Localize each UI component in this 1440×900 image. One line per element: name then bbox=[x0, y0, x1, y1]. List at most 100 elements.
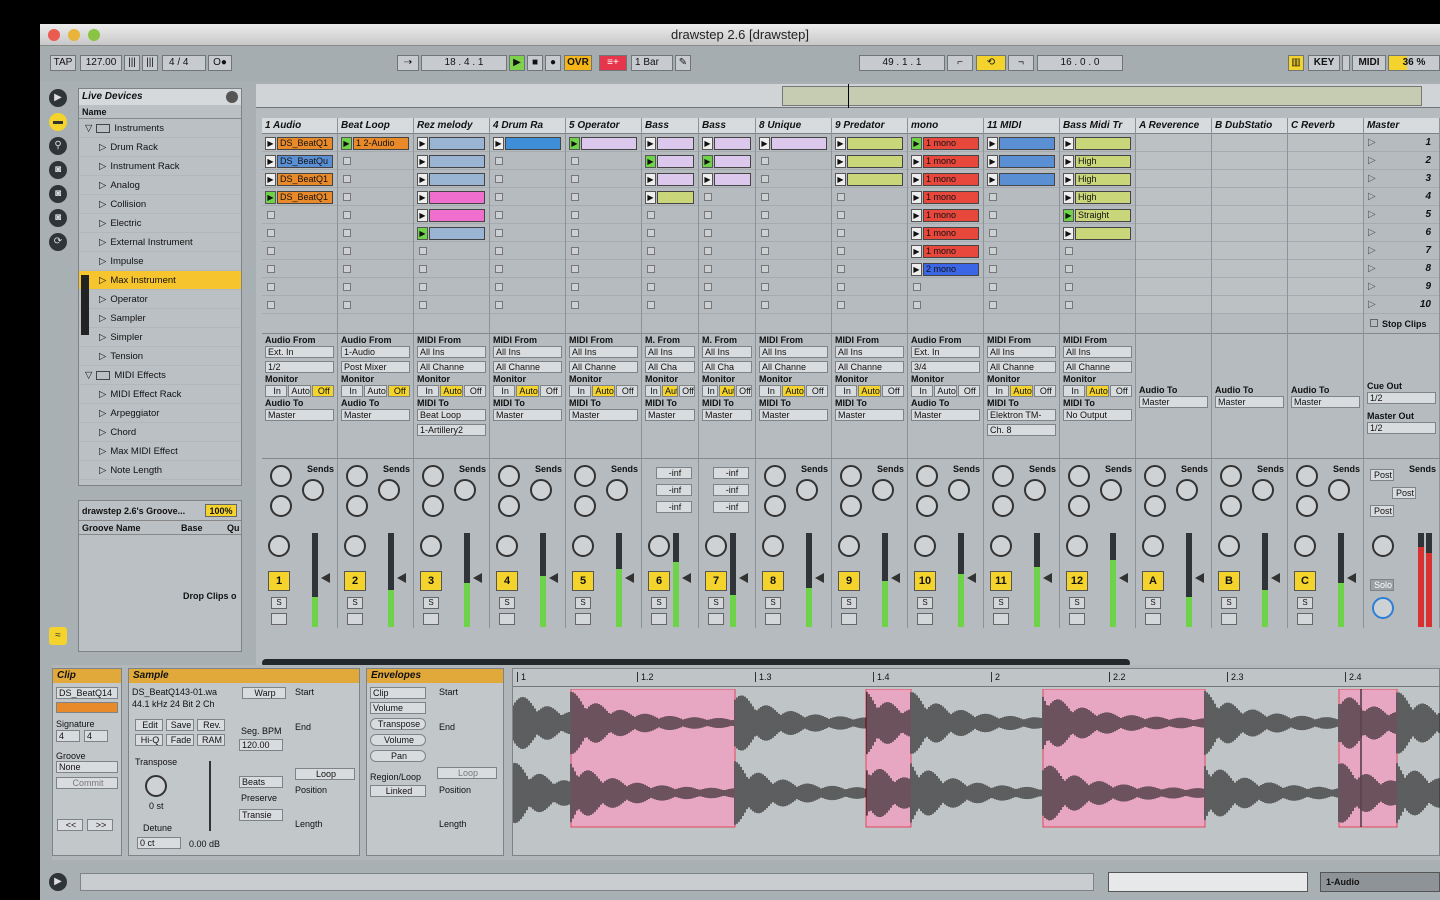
clip-slot[interactable]: ▶ High bbox=[1060, 152, 1135, 170]
clip-stop-icon[interactable] bbox=[761, 193, 769, 201]
monitor-off-button[interactable]: Off bbox=[311, 385, 334, 397]
timeline-ruler[interactable]: 1 1.2 1.3 1.4 2 2.2 2.3 2.4 bbox=[513, 669, 1440, 687]
key-map-button[interactable]: KEY bbox=[1308, 55, 1340, 71]
monitor-in-button[interactable]: In bbox=[645, 385, 661, 397]
track-activator-button[interactable]: 1 bbox=[268, 571, 290, 591]
disclosure-triangle-icon[interactable]: ▷ bbox=[99, 465, 106, 476]
clip-slot[interactable] bbox=[756, 296, 831, 314]
clip-launch-icon[interactable]: ▶ bbox=[341, 137, 352, 150]
clip-slot[interactable] bbox=[566, 296, 641, 314]
browser-item[interactable]: ▽ Instruments bbox=[79, 119, 241, 138]
send-c-knob[interactable] bbox=[1296, 495, 1318, 517]
send-b-knob[interactable] bbox=[872, 479, 894, 501]
clip-slot[interactable] bbox=[1288, 188, 1363, 206]
input-type-select[interactable]: All Ins bbox=[417, 346, 486, 358]
browser-item[interactable]: ▷ Note Length bbox=[79, 461, 241, 480]
clip-slot[interactable]: ▶ DS_BeatQ1 bbox=[262, 188, 337, 206]
monitor-off-button[interactable]: Off bbox=[615, 385, 638, 397]
clip-stop-icon[interactable] bbox=[837, 283, 845, 291]
clip-stop-icon[interactable] bbox=[1065, 283, 1073, 291]
output-select[interactable]: Master bbox=[702, 409, 752, 421]
clip-stop-icon[interactable] bbox=[571, 301, 579, 309]
clip[interactable]: 1 mono bbox=[923, 245, 979, 258]
clip-slot[interactable]: ▶ Straight bbox=[1060, 206, 1135, 224]
input-type-select[interactable]: All Ins bbox=[569, 346, 638, 358]
clip-stop-icon[interactable] bbox=[761, 283, 769, 291]
clip-slot[interactable]: ▶ bbox=[490, 134, 565, 152]
clip-slot[interactable] bbox=[908, 296, 983, 314]
monitor-in-button[interactable]: In bbox=[265, 385, 288, 397]
pan-knob[interactable] bbox=[1218, 535, 1240, 557]
clip-slot[interactable]: ▶ 1 mono bbox=[908, 224, 983, 242]
send-c-knob[interactable] bbox=[346, 495, 368, 517]
input-type-select[interactable]: All Ins bbox=[1063, 346, 1132, 358]
stop-all-clips-button[interactable] bbox=[1370, 319, 1378, 327]
solo-button[interactable]: S bbox=[499, 597, 515, 609]
record-button[interactable]: ● bbox=[545, 55, 561, 71]
clip-stop-icon[interactable] bbox=[704, 229, 712, 237]
clip-slot[interactable] bbox=[756, 188, 831, 206]
track-header[interactable]: 5 Operator bbox=[566, 118, 641, 134]
clip-stop-icon[interactable] bbox=[267, 283, 275, 291]
track-header[interactable]: A Reverence bbox=[1136, 118, 1211, 134]
clip[interactable]: 1 2-Audio bbox=[353, 137, 409, 150]
arm-button[interactable] bbox=[271, 613, 287, 625]
scene-launch-icon[interactable]: ▷ bbox=[1368, 155, 1376, 166]
clip[interactable] bbox=[714, 155, 751, 168]
sig-den-field[interactable]: 4 bbox=[84, 730, 108, 742]
waveform[interactable] bbox=[513, 689, 1440, 857]
clip-stop-icon[interactable] bbox=[837, 229, 845, 237]
nudge-forward-button[interactable]: >> bbox=[87, 819, 113, 831]
disclosure-triangle-icon[interactable]: ▷ bbox=[99, 408, 106, 419]
stop-button[interactable]: ■ bbox=[527, 55, 543, 71]
clip-slot[interactable] bbox=[1212, 296, 1287, 314]
disclosure-triangle-icon[interactable]: ▷ bbox=[99, 199, 106, 210]
clip-slot[interactable] bbox=[1136, 134, 1211, 152]
clip-slot[interactable] bbox=[1136, 188, 1211, 206]
send-a-field[interactable]: -inf bbox=[656, 467, 692, 479]
computer-midi-keyboard-icon[interactable]: ▥ bbox=[1288, 55, 1304, 71]
clip-stop-icon[interactable] bbox=[989, 211, 997, 219]
clip-stop-icon[interactable] bbox=[989, 229, 997, 237]
clip-launch-icon[interactable]: ▶ bbox=[265, 137, 276, 150]
envelope-device-select[interactable]: Clip bbox=[370, 687, 426, 699]
output-select[interactable]: Master bbox=[341, 409, 410, 421]
send-a-knob[interactable] bbox=[1296, 465, 1318, 487]
nudge-up-icon[interactable]: ||| bbox=[142, 55, 158, 71]
clip-stop-icon[interactable] bbox=[989, 247, 997, 255]
clip-slot[interactable] bbox=[566, 260, 641, 278]
clip-stop-icon[interactable] bbox=[495, 283, 503, 291]
session-record-icon[interactable]: ≡+ bbox=[599, 55, 627, 71]
track-header[interactable]: Bass Midi Tr bbox=[1060, 118, 1135, 134]
clip-slot[interactable] bbox=[1288, 170, 1363, 188]
clip-stop-icon[interactable] bbox=[647, 265, 655, 273]
clip[interactable] bbox=[1075, 137, 1131, 150]
send-b-knob[interactable] bbox=[1024, 479, 1046, 501]
clip-stop-icon[interactable] bbox=[761, 175, 769, 183]
cue-out-select[interactable]: 1/2 bbox=[1367, 392, 1436, 404]
loop-switch-icon[interactable]: ⟲ bbox=[976, 55, 1006, 71]
send-b-knob[interactable] bbox=[302, 479, 324, 501]
clip-slot[interactable] bbox=[1288, 296, 1363, 314]
clip-launch-icon[interactable]: ▶ bbox=[265, 155, 276, 168]
clip-slot[interactable]: ▶ 1 mono bbox=[908, 188, 983, 206]
clip-stop-icon[interactable] bbox=[704, 283, 712, 291]
clip-slot[interactable]: ▶ bbox=[756, 134, 831, 152]
output-select[interactable]: Master bbox=[759, 409, 828, 421]
send-a-knob[interactable] bbox=[916, 465, 938, 487]
clip-stop-icon[interactable] bbox=[343, 283, 351, 291]
clip-slot[interactable] bbox=[338, 260, 413, 278]
send-b-knob[interactable] bbox=[1176, 479, 1198, 501]
send-c-knob[interactable] bbox=[422, 495, 444, 517]
solo-button[interactable]: S bbox=[651, 597, 667, 609]
send-b-knob[interactable] bbox=[796, 479, 818, 501]
clip-stop-icon[interactable] bbox=[913, 283, 921, 291]
sig-num-field[interactable]: 4 bbox=[56, 730, 80, 742]
clip-stop-icon[interactable] bbox=[571, 175, 579, 183]
solo-button[interactable]: S bbox=[1221, 597, 1237, 609]
output-select[interactable]: Master bbox=[1291, 396, 1360, 408]
clip-slot[interactable] bbox=[832, 278, 907, 296]
loop-length-field[interactable]: 16 . 0 . 0 bbox=[1037, 55, 1123, 71]
clip-slot[interactable] bbox=[262, 278, 337, 296]
clip-launch-icon[interactable]: ▶ bbox=[911, 245, 922, 258]
